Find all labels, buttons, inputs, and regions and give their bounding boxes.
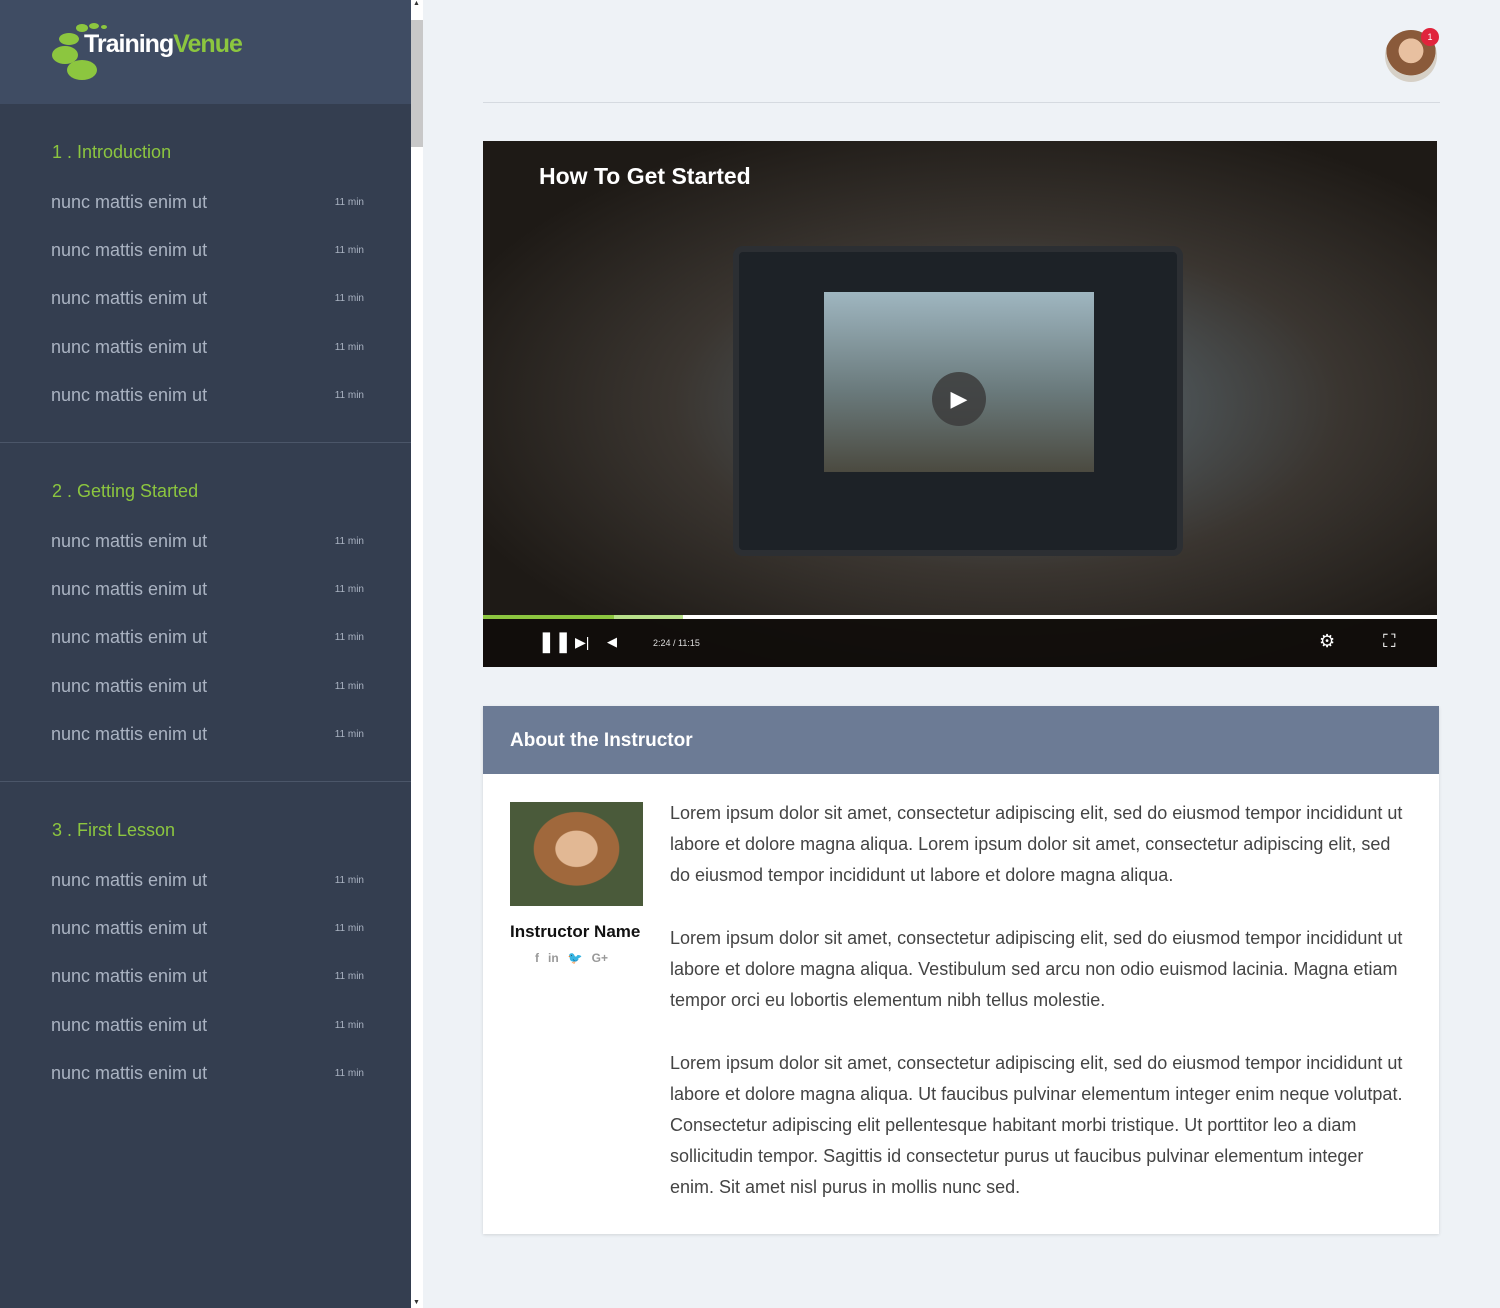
lesson-item[interactable]: nunc mattis enim ut 11 min: [0, 226, 411, 274]
course-section: 3 . First Lesson nunc mattis enim ut 11 mi…: [0, 782, 411, 1120]
course-section: 2 . Getting Started nunc mattis enim ut 11…: [0, 443, 411, 782]
lesson-label: nunc mattis enim ut: [51, 240, 208, 261]
instructor-photo: [510, 802, 643, 906]
lesson-duration: 11 min: [334, 1068, 364, 1080]
lesson-duration: 11 min: [334, 971, 364, 983]
lesson-label: nunc mattis enim ut: [51, 530, 208, 551]
lesson-label: nunc mattis enim ut: [51, 724, 208, 745]
section-title[interactable]: 1 . Introduction: [0, 140, 411, 178]
next-icon[interactable]: ▶|: [575, 634, 589, 651]
instructor-name: Instructor Name: [510, 922, 641, 941]
lesson-label: nunc mattis enim ut: [51, 336, 208, 357]
twitter-icon[interactable]: 🐦: [568, 951, 583, 965]
lesson-duration: 11 min: [334, 632, 364, 644]
lesson-duration: 11 min: [334, 729, 364, 741]
instructor-card-title: About the Instructor: [483, 706, 1439, 774]
instructor-card: About the Instructor Instructor Name f i…: [483, 706, 1439, 1234]
lesson-item[interactable]: nunc mattis enim ut 11 min: [0, 565, 411, 613]
pause-icon[interactable]: ❚❚: [538, 629, 572, 654]
google-plus-icon[interactable]: G+: [592, 951, 608, 965]
lesson-item[interactable]: nunc mattis enim ut 11 min: [0, 372, 411, 420]
logo[interactable]: TrainingVenue: [0, 0, 411, 104]
lesson-duration: 11 min: [334, 874, 364, 886]
lesson-label: nunc mattis enim ut: [51, 385, 208, 406]
fullscreen-icon[interactable]: ⛶: [1383, 631, 1396, 652]
lesson-duration: 11 min: [334, 341, 364, 353]
lesson-label: nunc mattis enim ut: [51, 917, 208, 938]
course-section: 1 . Introduction nunc mattis enim ut 11 mi…: [0, 104, 411, 443]
linkedin-icon[interactable]: in: [548, 951, 559, 965]
lesson-duration: 11 min: [334, 680, 364, 692]
section-title[interactable]: 2 . Getting Started: [0, 479, 411, 517]
bio-paragraph: Lorem ipsum dolor sit amet, consectetur …: [670, 803, 1403, 885]
lesson-item[interactable]: nunc mattis enim ut 11 min: [0, 614, 411, 662]
lesson-item[interactable]: nunc mattis enim ut 11 min: [0, 904, 411, 952]
lesson-item[interactable]: nunc mattis enim ut 11 min: [0, 856, 411, 904]
lesson-item[interactable]: nunc mattis enim ut 11 min: [0, 1001, 411, 1049]
video-time: 2:24 / 11:15: [653, 638, 700, 648]
section-title[interactable]: 3 . First Lesson: [0, 818, 411, 856]
lesson-duration: 11 min: [334, 1019, 364, 1031]
lesson-duration: 11 min: [334, 293, 364, 305]
lesson-label: nunc mattis enim ut: [51, 579, 208, 600]
bio-paragraph: Lorem ipsum dolor sit amet, consectetur …: [670, 1053, 1403, 1197]
lesson-duration: 11 min: [334, 390, 364, 402]
lesson-label: nunc mattis enim ut: [51, 288, 208, 309]
lesson-duration: 11 min: [334, 196, 364, 208]
lesson-duration: 11 min: [334, 535, 364, 547]
play-button[interactable]: ▶: [932, 372, 986, 426]
lesson-duration: 11 min: [334, 245, 364, 257]
settings-gear-icon[interactable]: ⚙: [1319, 631, 1335, 652]
lesson-label: nunc mattis enim ut: [51, 675, 208, 696]
scrollbar-thumb[interactable]: [411, 20, 423, 147]
lesson-label: nunc mattis enim ut: [51, 627, 208, 648]
lesson-label: nunc mattis enim ut: [51, 1063, 208, 1084]
social-links: f in 🐦 G+: [535, 951, 608, 965]
lesson-item[interactable]: nunc mattis enim ut 11 min: [0, 953, 411, 1001]
lesson-item[interactable]: nunc mattis enim ut 11 min: [0, 178, 411, 226]
lesson-item[interactable]: nunc mattis enim ut 11 min: [0, 662, 411, 710]
lesson-item[interactable]: nunc mattis enim ut 11 min: [0, 1049, 411, 1097]
lesson-label: nunc mattis enim ut: [51, 191, 208, 212]
video-controls: ❚❚ ▶| ◀ 2:24 / 11:15 ⚙ ⛶: [483, 619, 1437, 667]
bio-paragraph: Lorem ipsum dolor sit amet, consectetur …: [670, 928, 1403, 1010]
logo-text: TrainingVenue: [84, 30, 243, 58]
scroll-down-arrow-icon[interactable]: ▼: [413, 1299, 420, 1306]
sidebar: TrainingVenue 1 . Introduction nunc matti…: [0, 0, 411, 1308]
lesson-item[interactable]: nunc mattis enim ut 11 min: [0, 275, 411, 323]
scroll-up-arrow-icon[interactable]: ▲: [413, 0, 420, 7]
video-title: How To Get Started: [539, 163, 751, 189]
notification-badge: 1: [1421, 28, 1439, 46]
facebook-icon[interactable]: f: [535, 951, 539, 965]
lesson-item[interactable]: nunc mattis enim ut 11 min: [0, 517, 411, 565]
lesson-label: nunc mattis enim ut: [51, 869, 208, 890]
lesson-item[interactable]: nunc mattis enim ut 11 min: [0, 323, 411, 371]
lesson-duration: 11 min: [334, 922, 364, 934]
sidebar-scrollbar[interactable]: ▲ ▼: [411, 0, 423, 1308]
lesson-label: nunc mattis enim ut: [51, 1014, 208, 1035]
header-divider: [483, 102, 1440, 103]
volume-icon[interactable]: ◀: [607, 634, 617, 650]
lesson-duration: 11 min: [334, 584, 364, 596]
video-player[interactable]: How To Get Started ▶ ❚❚ ▶| ◀ 2:24 / 11:1…: [483, 141, 1437, 667]
lesson-item[interactable]: nunc mattis enim ut 11 min: [0, 711, 411, 759]
lesson-label: nunc mattis enim ut: [51, 966, 208, 987]
instructor-bio: Lorem ipsum dolor sit amet, consectetur …: [670, 798, 1410, 1235]
